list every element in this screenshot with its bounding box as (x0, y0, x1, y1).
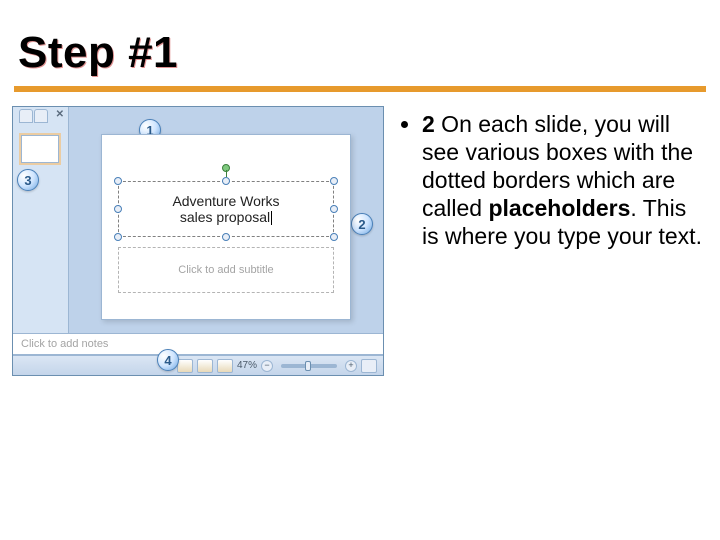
subtitle-placeholder-text: Click to add subtitle (178, 264, 273, 276)
callout-4: 4 (157, 349, 179, 371)
zoom-slider[interactable] (281, 364, 337, 368)
powerpoint-editor: ✕ 3 1 2 (12, 106, 384, 376)
callout-2: 2 (351, 213, 373, 235)
title-placeholder[interactable]: Adventure Works sales proposal (118, 181, 334, 237)
notes-pane[interactable]: Click to add notes (13, 333, 383, 355)
zoom-in-button[interactable]: + (345, 360, 357, 372)
resize-handle-tr[interactable] (330, 177, 338, 185)
slide-editor-pane: 1 2 Adventure (69, 107, 383, 333)
slide-thumbnail-pane[interactable]: ✕ 3 (13, 107, 69, 333)
sorter-view-button[interactable] (197, 359, 213, 373)
heading-underline (14, 86, 706, 92)
resize-handle-bm[interactable] (222, 233, 230, 241)
zoom-slider-thumb[interactable] (305, 361, 311, 371)
bullet-lead-number: 2 (422, 111, 435, 137)
thumbnail-tabs (19, 109, 48, 123)
title-line2: sales proposal (180, 209, 270, 225)
resize-handle-tl[interactable] (114, 177, 122, 185)
normal-view-button[interactable] (177, 359, 193, 373)
title-text: Adventure Works sales proposal (172, 193, 279, 225)
resize-handle-mr[interactable] (330, 205, 338, 213)
description-column: 2 On each slide, you will see various bo… (398, 106, 708, 376)
slideshow-view-button[interactable] (217, 359, 233, 373)
callout-3: 3 (17, 169, 39, 191)
close-icon[interactable]: ✕ (56, 109, 64, 120)
rotate-connector (226, 170, 227, 177)
zoom-label: 47% (237, 360, 257, 371)
resize-handle-bl[interactable] (114, 233, 122, 241)
text-cursor (271, 211, 272, 225)
ppt-main-area: ✕ 3 1 2 (13, 107, 383, 333)
slide-thumbnail-1[interactable] (21, 135, 59, 163)
notes-placeholder-text: Click to add notes (21, 338, 108, 350)
bullet-keyword: placeholders (488, 195, 630, 221)
fit-to-window-button[interactable] (361, 359, 377, 373)
bullet-item: 2 On each slide, you will see various bo… (422, 110, 708, 250)
status-bar: 47% − + (13, 355, 383, 375)
outline-tab[interactable] (34, 109, 48, 123)
content-row: ✕ 3 1 2 (0, 106, 720, 376)
subtitle-placeholder[interactable]: Click to add subtitle (118, 247, 334, 293)
slide-canvas[interactable]: Adventure Works sales proposal Click to … (101, 134, 351, 320)
resize-handle-br[interactable] (330, 233, 338, 241)
bullet-list: 2 On each slide, you will see various bo… (398, 110, 708, 250)
resize-handle-tm[interactable] (222, 177, 230, 185)
slides-tab[interactable] (19, 109, 33, 123)
resize-handle-ml[interactable] (114, 205, 122, 213)
zoom-out-button[interactable]: − (261, 360, 273, 372)
page-title: Step #1 (0, 0, 720, 84)
title-line1: Adventure Works (172, 193, 279, 209)
